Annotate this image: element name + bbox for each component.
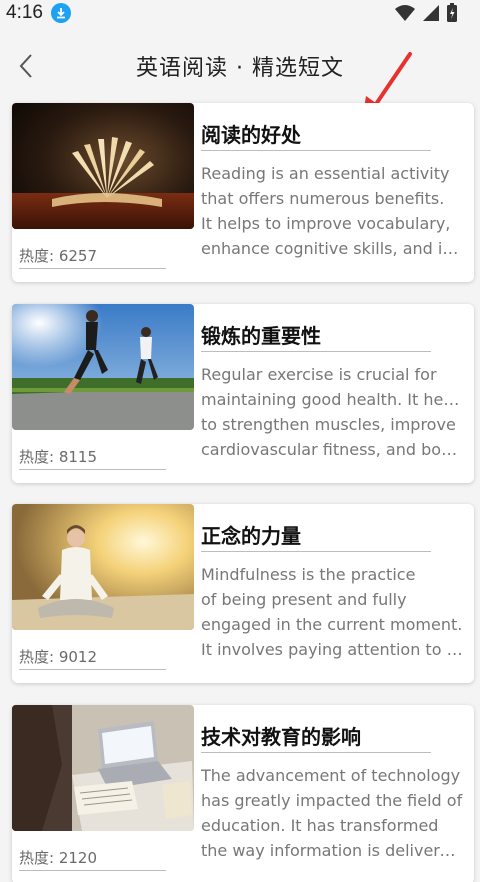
summary-line: It involves paying attention to th... — [201, 640, 463, 659]
summary-line: The advancement of technology — [201, 766, 461, 785]
summary-line: engaged in the current moment. — [201, 615, 463, 634]
summary-line: the way information is delivered ... — [201, 841, 463, 860]
article-title[interactable]: 锻炼的重要性 — [201, 320, 431, 352]
status-time: 4:16 — [6, 2, 43, 23]
article-title[interactable]: 正念的力量 — [201, 520, 431, 552]
summary-line: to strengthen muscles, improve — [201, 415, 456, 434]
article-title[interactable]: 技术对教育的影响 — [201, 721, 431, 753]
status-bar: 4:16 — [0, 0, 480, 26]
article-title[interactable]: 阅读的好处 — [201, 119, 431, 151]
heat-count: 热度: 8115 — [19, 446, 166, 470]
summary-line: maintaining good health. It helps — [201, 390, 463, 409]
download-icon — [50, 3, 71, 23]
article-summary: Reading is an essential activity that of… — [201, 161, 463, 269]
summary-line: Reading is an essential activity — [201, 164, 450, 183]
signal-icon — [422, 4, 440, 26]
article-card[interactable]: 热度: 8115 锻炼的重要性 Regular exercise is cruc… — [12, 304, 474, 483]
article-card[interactable]: 热度: 9012 正念的力量 Mindfulness is the practi… — [12, 504, 474, 683]
article-thumbnail-runners — [12, 304, 194, 430]
summary-line: Regular exercise is crucial for — [201, 365, 437, 384]
heat-count: 热度: 9012 — [19, 646, 166, 670]
summary-line: has greatly impacted the field of — [201, 791, 463, 810]
wifi-icon — [394, 4, 416, 26]
article-card[interactable]: 热度: 6257 阅读的好处 Reading is an essential a… — [12, 103, 474, 282]
summary-line: It helps to improve vocabulary, — [201, 214, 451, 233]
heat-count: 热度: 2120 — [19, 847, 166, 871]
summary-line: of being present and fully — [201, 590, 407, 609]
summary-line: enhance cognitive skills, and incr... — [201, 239, 463, 258]
article-summary: Mindfulness is the practice of being pre… — [201, 562, 463, 670]
article-thumbnail-meditation — [12, 504, 194, 630]
heat-count: 热度: 6257 — [19, 245, 166, 269]
article-thumbnail-book — [12, 103, 194, 229]
summary-line: education. It has transformed — [201, 816, 439, 835]
summary-line: that offers numerous benefits. — [201, 189, 445, 208]
summary-line: Mindfulness is the practice — [201, 565, 416, 584]
article-thumbnail-laptop — [12, 705, 194, 831]
article-summary: Regular exercise is crucial for maintain… — [201, 362, 463, 470]
article-card[interactable]: 热度: 2120 技术对教育的影响 The advancement of tec… — [12, 705, 474, 882]
summary-line: cardiovascular fitness, and boos... — [201, 440, 463, 459]
article-summary: The advancement of technology has greatl… — [201, 763, 463, 871]
battery-icon — [446, 3, 458, 27]
